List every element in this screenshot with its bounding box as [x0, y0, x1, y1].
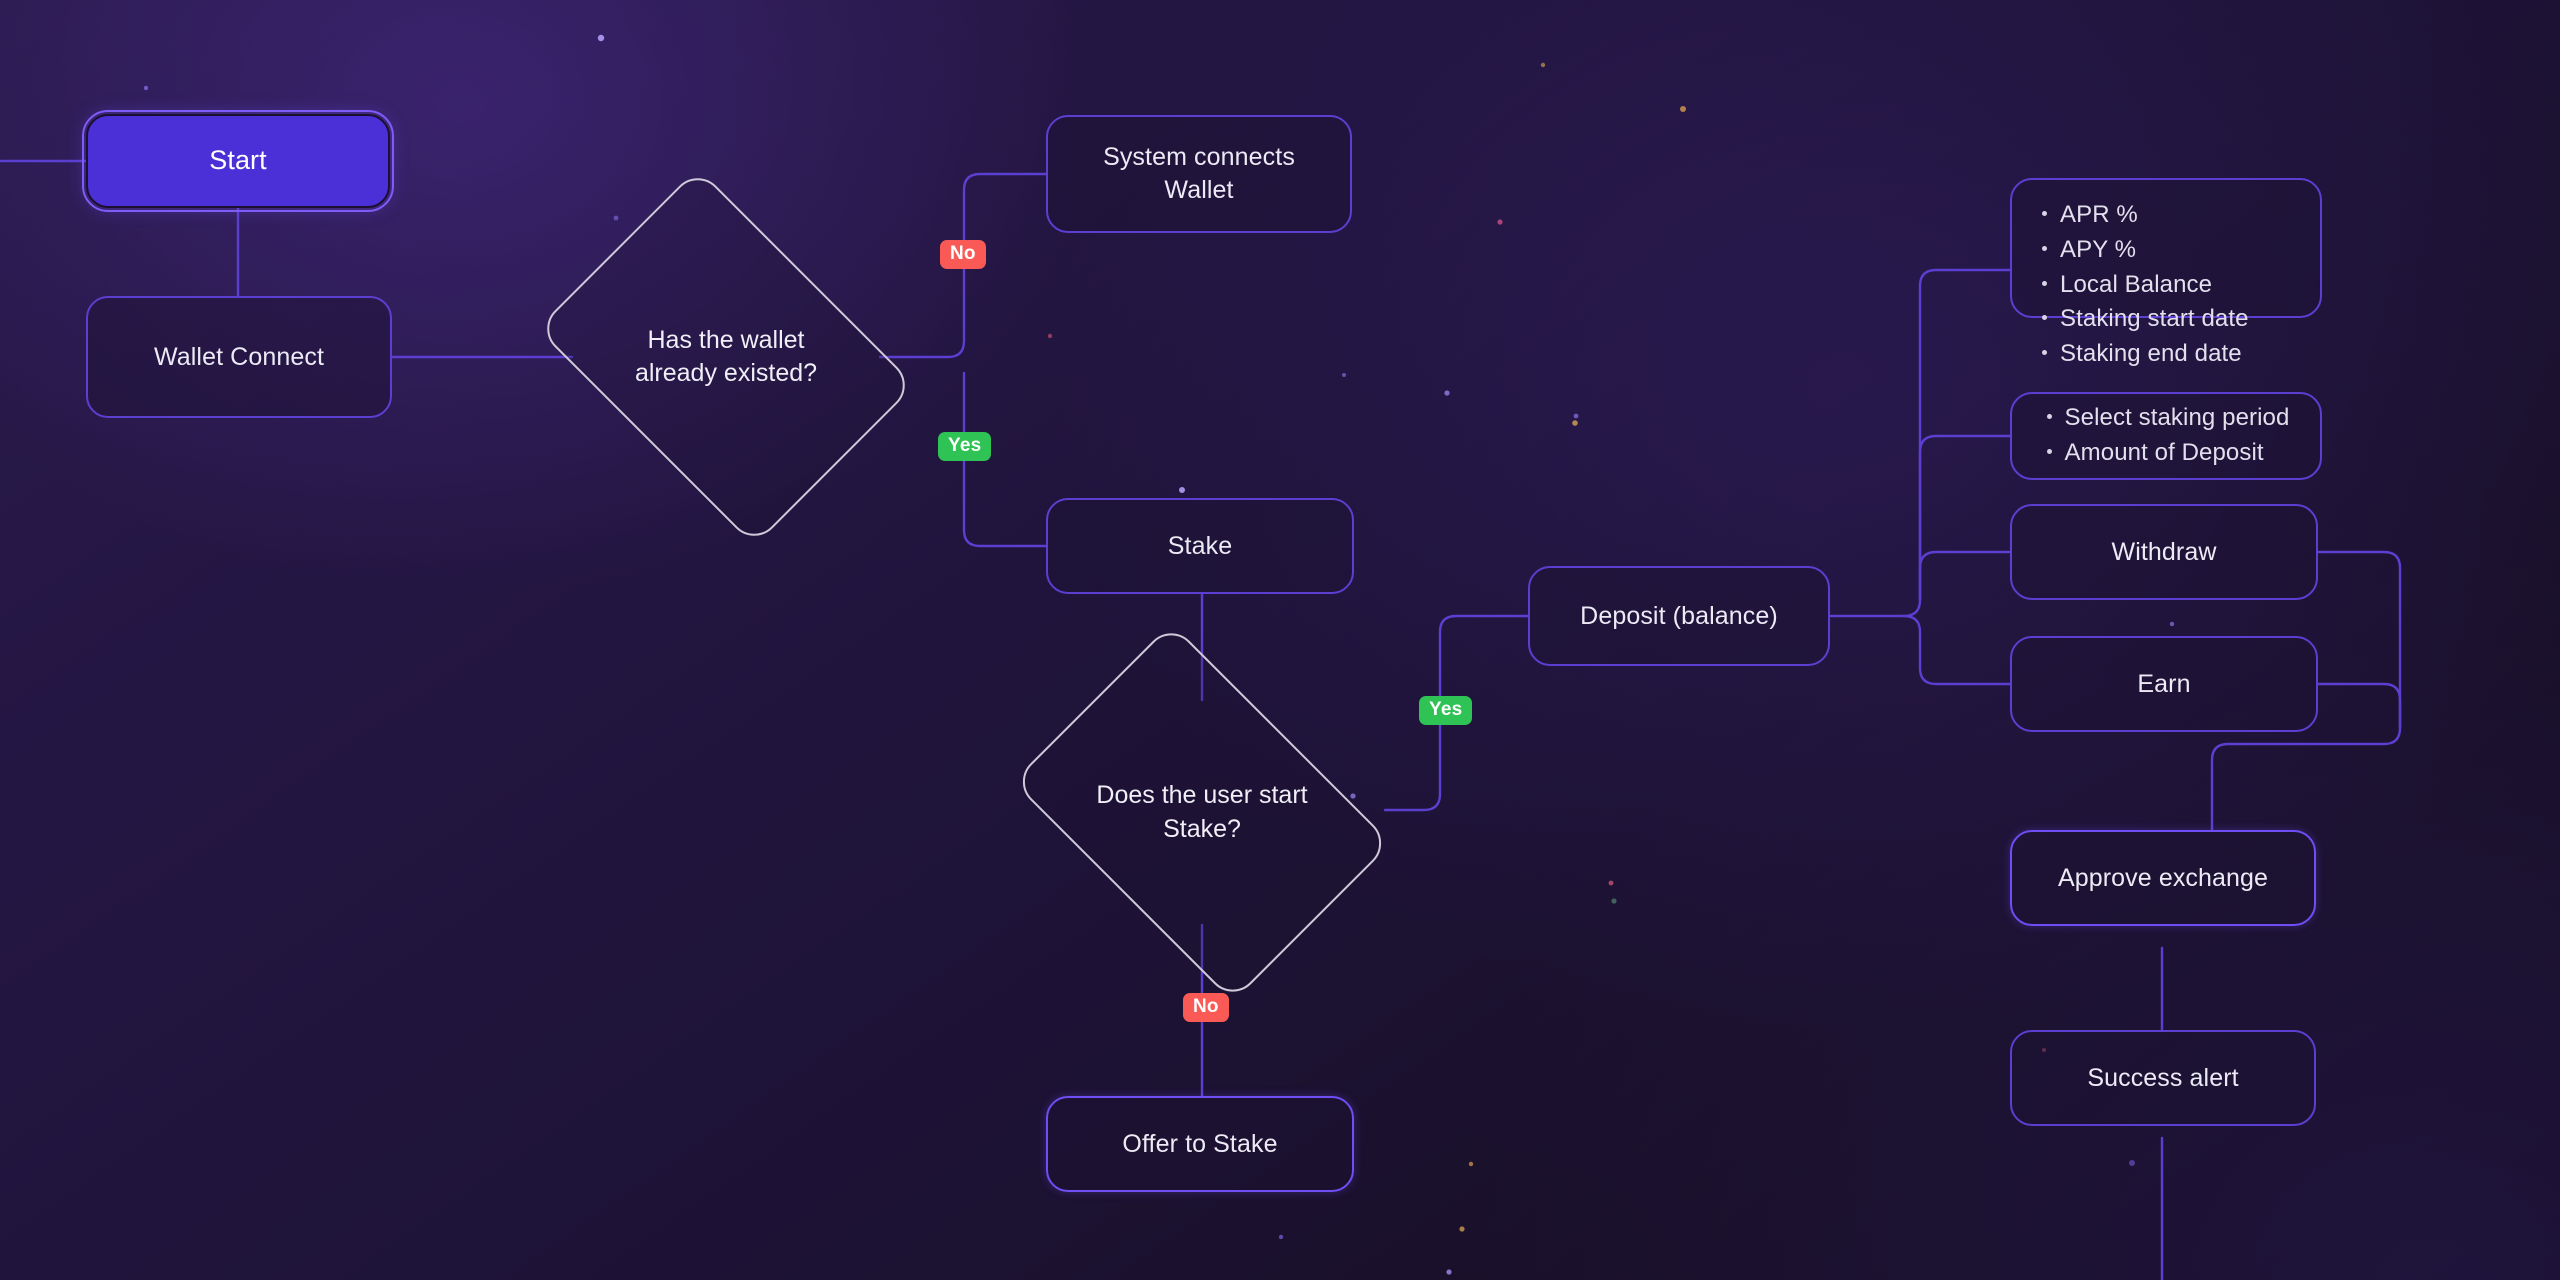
node-withdraw[interactable]: Withdraw	[2010, 504, 2318, 600]
node-metrics-list[interactable]: APR % APY % Local Balance Staking start …	[2010, 178, 2322, 367]
list-item: APR %	[2042, 198, 2294, 233]
edge-deposit-to-earn	[1902, 614, 2012, 686]
node-options-list[interactable]: Select staking period Amount of Deposit	[2010, 392, 2322, 480]
node-system-connects-wallet[interactable]: System connects Wallet	[1046, 115, 1352, 233]
list-item: Select staking period	[2046, 401, 2290, 436]
node-success-alert-label: Success alert	[2087, 1063, 2239, 1092]
node-deposit-balance[interactable]: Deposit (balance)	[1528, 566, 1830, 666]
node-start-label: Start	[209, 145, 267, 176]
decision-shape	[536, 167, 916, 547]
edge-deposit-to-metrics	[1902, 268, 2012, 618]
edge-deposit-to-withdraw	[1918, 550, 2012, 602]
edge-deposit-to-options	[1918, 434, 2012, 602]
node-wallet-connect-label: Wallet Connect	[154, 342, 324, 371]
list-item: APY %	[2042, 233, 2294, 268]
badge-label: Yes	[948, 435, 982, 456]
node-start[interactable]: Start	[82, 110, 394, 212]
badge-wallet-decision-no: No	[940, 240, 986, 269]
flowchart-canvas: Start Wallet Connect Has the wallet alre…	[0, 0, 2560, 1280]
node-earn-label: Earn	[2137, 669, 2191, 698]
node-approve-exchange-label: Approve exchange	[2057, 863, 2269, 892]
node-approve-exchange[interactable]: Approve exchange	[2010, 830, 2316, 926]
badge-label: No	[1193, 996, 1219, 1017]
node-has-wallet-decision[interactable]: Has the wallet already existed?	[536, 167, 916, 547]
list-item: Staking end date	[2042, 337, 2294, 372]
list-item: Amount of Deposit	[2046, 436, 2290, 471]
badge-stake-decision-no: No	[1183, 993, 1229, 1022]
list-item: Local Balance	[2042, 268, 2294, 303]
list-item: Staking start date	[2042, 302, 2294, 337]
node-success-alert[interactable]: Success alert	[2010, 1030, 2316, 1126]
node-deposit-balance-label: Deposit (balance)	[1580, 601, 1778, 630]
badge-wallet-decision-yes: Yes	[938, 432, 992, 461]
node-earn[interactable]: Earn	[2010, 636, 2318, 732]
node-withdraw-label: Withdraw	[2111, 537, 2217, 566]
edge-earn-to-merge	[2316, 682, 2402, 730]
node-does-user-start-stake-decision[interactable]: Does the user start Stake?	[1012, 622, 1392, 1003]
node-stake-label: Stake	[1167, 531, 1233, 560]
node-offer-to-stake[interactable]: Offer to Stake	[1046, 1096, 1354, 1192]
badge-label: Yes	[1429, 699, 1463, 720]
badge-stake-decision-yes: Yes	[1419, 696, 1473, 725]
node-stake[interactable]: Stake	[1046, 498, 1354, 594]
metrics-list: APR % APY % Local Balance Staking start …	[2034, 198, 2294, 372]
node-wallet-connect[interactable]: Wallet Connect	[86, 296, 392, 418]
node-offer-to-stake-label: Offer to Stake	[1122, 1129, 1278, 1158]
node-system-connects-wallet-label: System connects Wallet	[1103, 143, 1295, 204]
decision-shape	[1012, 622, 1392, 1003]
badge-label: No	[950, 243, 976, 264]
options-list: Select staking period Amount of Deposit	[2039, 401, 2290, 471]
